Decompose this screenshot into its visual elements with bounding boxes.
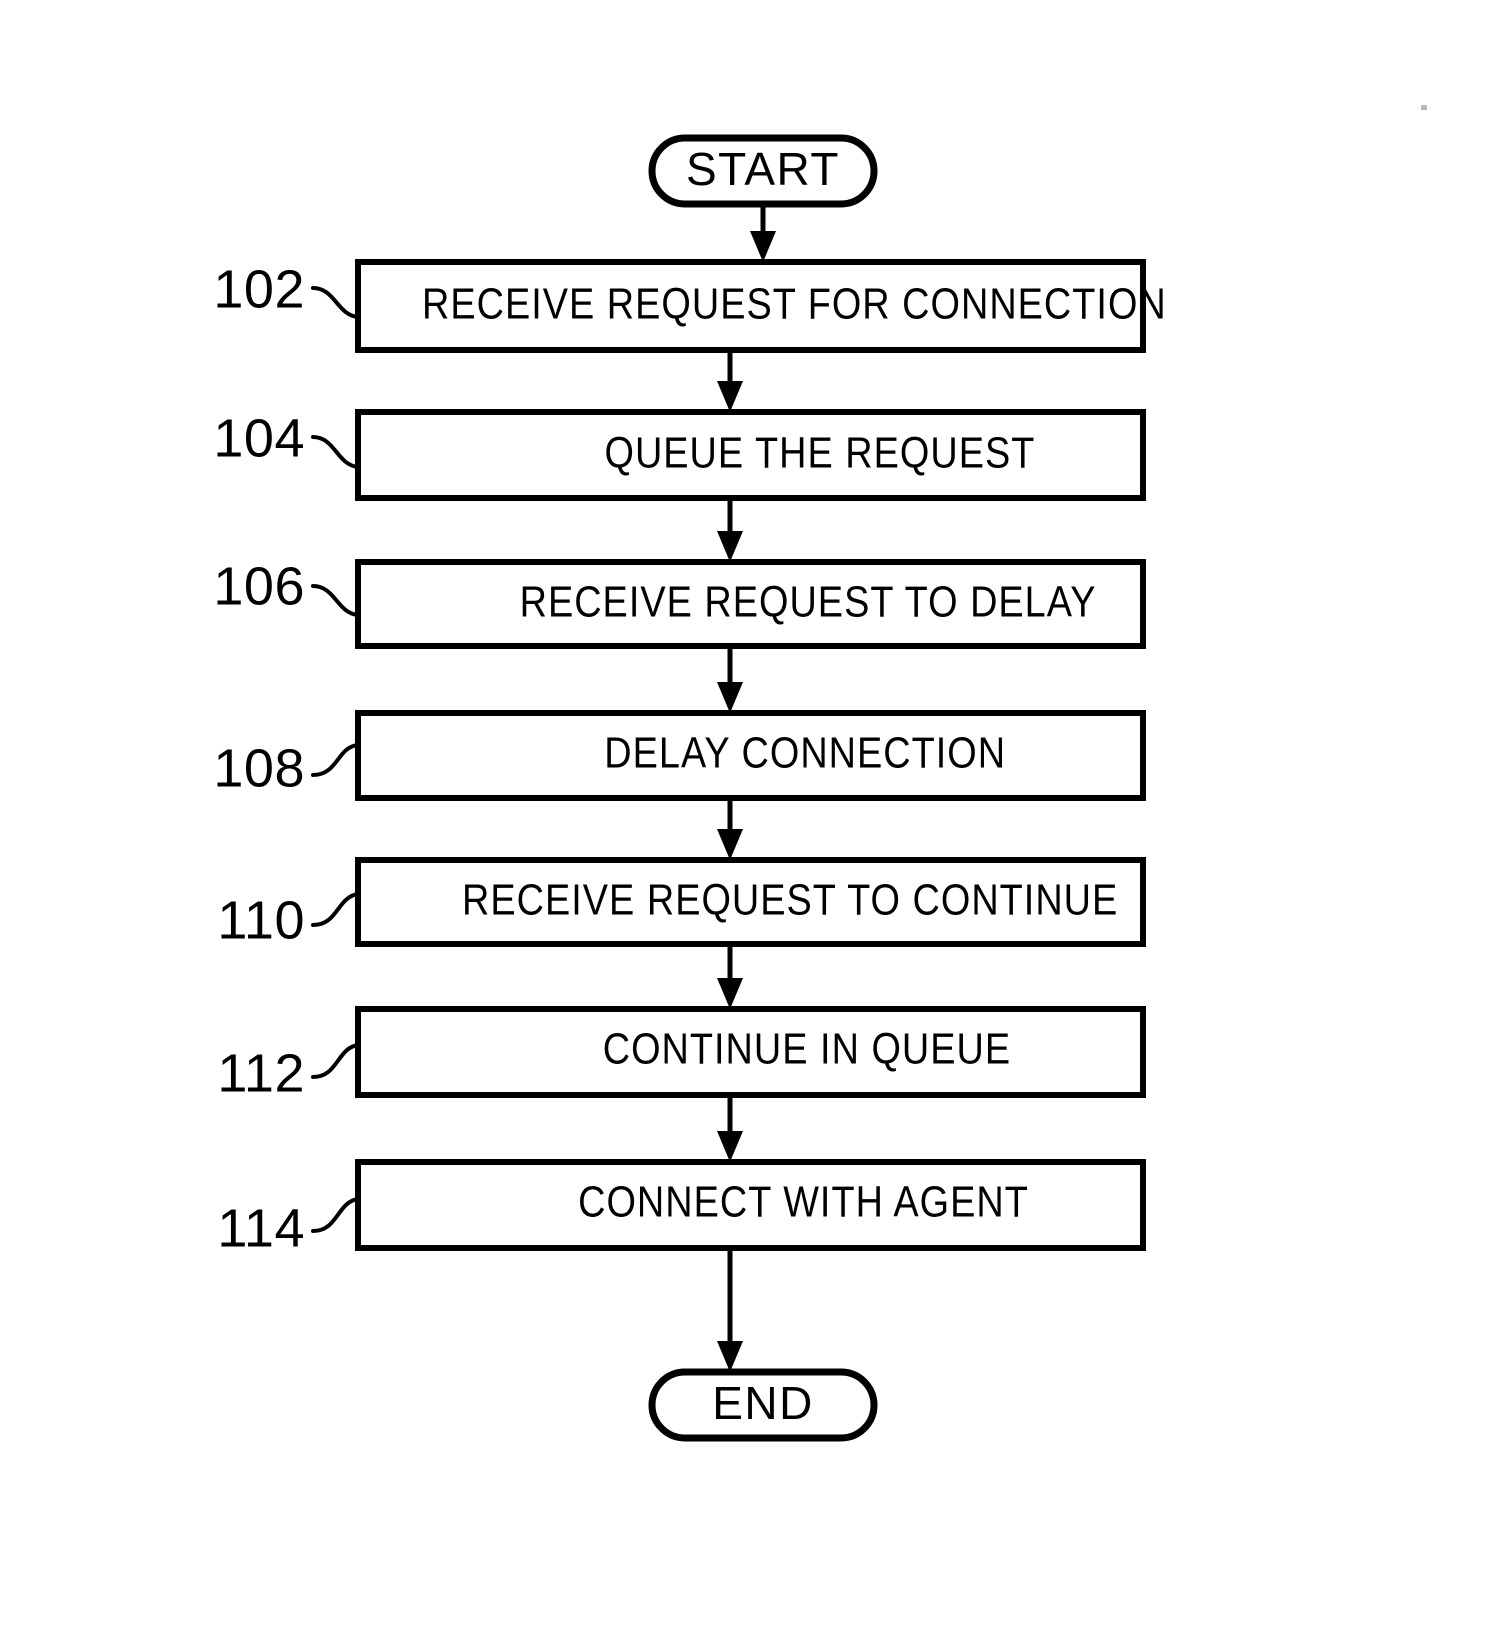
process-node-110[interactable]: RECEIVE REQUEST TO CONTINUE bbox=[355, 857, 1146, 947]
terminal-end[interactable]: END bbox=[648, 1368, 878, 1442]
leader-line-112 bbox=[311, 1043, 360, 1079]
process-node-110-label: RECEIVE REQUEST TO CONTINUE bbox=[462, 875, 1118, 924]
process-node-112[interactable]: CONTINUE IN QUEUE bbox=[355, 1006, 1146, 1098]
arrow-head-icon bbox=[717, 978, 743, 1009]
connector-114-to-end bbox=[717, 1248, 743, 1372]
reference-numeral-110: 110 bbox=[217, 890, 360, 950]
connector-102-to-104 bbox=[717, 350, 743, 412]
process-node-114-label: CONNECT WITH AGENT bbox=[578, 1177, 1029, 1226]
reference-numeral-106: 106 bbox=[213, 556, 360, 617]
connector-106-to-108 bbox=[717, 646, 743, 713]
process-node-112-label: CONTINUE IN QUEUE bbox=[603, 1024, 1011, 1073]
reference-numeral-112-text: 112 bbox=[217, 1043, 305, 1103]
reference-numeral-114: 114 bbox=[217, 1197, 360, 1258]
process-node-104-label: QUEUE THE REQUEST bbox=[605, 428, 1036, 477]
connector-108-to-110 bbox=[717, 798, 743, 860]
process-node-108-label: DELAY CONNECTION bbox=[604, 728, 1006, 777]
leader-line-108 bbox=[311, 743, 360, 777]
leader-line-114 bbox=[311, 1197, 360, 1233]
reference-numeral-106-text: 106 bbox=[213, 556, 305, 616]
flowchart-diagram: START RECEIVE REQUEST FOR CONNECTION 102… bbox=[213, 105, 1427, 1442]
process-node-104[interactable]: QUEUE THE REQUEST bbox=[355, 409, 1146, 501]
terminal-start-label: START bbox=[686, 143, 840, 195]
reference-numeral-108-text: 108 bbox=[213, 738, 305, 798]
process-node-102[interactable]: RECEIVE REQUEST FOR CONNECTION bbox=[355, 259, 1167, 353]
terminal-end-label: END bbox=[712, 1377, 814, 1429]
terminal-start[interactable]: START bbox=[648, 134, 878, 208]
process-node-102-label: RECEIVE REQUEST FOR CONNECTION bbox=[422, 279, 1167, 328]
arrow-head-icon bbox=[717, 531, 743, 562]
process-node-106-label: RECEIVE REQUEST TO DELAY bbox=[520, 577, 1097, 626]
figure-canvas: START RECEIVE REQUEST FOR CONNECTION 102… bbox=[0, 0, 1512, 1648]
arrow-head-icon bbox=[717, 1341, 743, 1372]
connector-start-to-102 bbox=[750, 204, 776, 262]
reference-numeral-114-text: 114 bbox=[217, 1198, 305, 1258]
reference-numeral-102-text: 102 bbox=[213, 259, 305, 319]
reference-numeral-102: 102 bbox=[213, 259, 360, 319]
connector-104-to-106 bbox=[717, 498, 743, 562]
connector-110-to-112 bbox=[717, 944, 743, 1009]
reference-numeral-104-text: 104 bbox=[213, 408, 305, 468]
scan-speck bbox=[1421, 105, 1427, 110]
leader-line-110 bbox=[311, 892, 360, 927]
reference-numeral-108: 108 bbox=[213, 738, 360, 798]
arrow-head-icon bbox=[750, 231, 776, 262]
connector-112-to-114 bbox=[717, 1095, 743, 1162]
reference-numeral-110-text: 110 bbox=[217, 890, 305, 950]
process-node-106[interactable]: RECEIVE REQUEST TO DELAY bbox=[355, 559, 1146, 649]
arrow-head-icon bbox=[717, 829, 743, 860]
process-node-114[interactable]: CONNECT WITH AGENT bbox=[355, 1159, 1146, 1251]
arrow-head-icon bbox=[717, 682, 743, 713]
reference-numeral-104: 104 bbox=[213, 408, 360, 469]
leader-line-106 bbox=[311, 584, 360, 617]
process-node-108[interactable]: DELAY CONNECTION bbox=[355, 710, 1146, 801]
arrow-head-icon bbox=[717, 381, 743, 412]
leader-line-102 bbox=[311, 286, 360, 319]
leader-line-104 bbox=[311, 435, 360, 469]
arrow-head-icon bbox=[717, 1131, 743, 1162]
reference-numeral-112: 112 bbox=[217, 1043, 360, 1103]
